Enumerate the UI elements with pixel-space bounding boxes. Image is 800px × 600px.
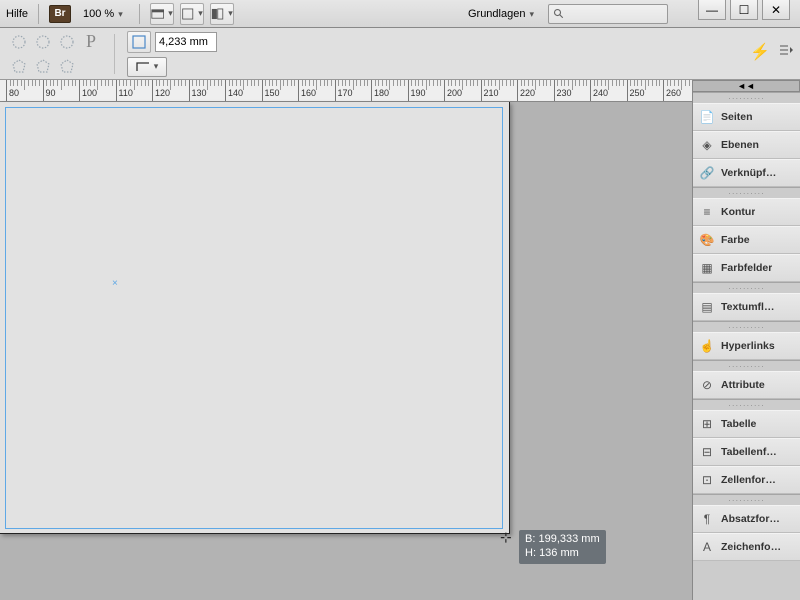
shape-tools-grid: P [8, 31, 102, 77]
panel-group-grip[interactable] [693, 93, 800, 103]
panel-label: Farbe [721, 234, 750, 246]
zoom-dropdown[interactable]: 100 % [77, 6, 129, 22]
close-button[interactable]: ✕ [762, 0, 790, 20]
type-tool-icon[interactable]: P [80, 31, 102, 53]
panel-group-grip[interactable] [693, 322, 800, 332]
maximize-button[interactable]: ☐ [730, 0, 758, 20]
canvas-area[interactable]: × ⊹ B: 199,333 mm H: 136 mm [0, 102, 692, 600]
charfmt-icon: A [699, 539, 715, 555]
panel-zeichenfo[interactable]: A Zeichenfo… [693, 533, 800, 561]
panel-label: Farbfelder [721, 262, 772, 274]
panel-label: Zeichenfo… [721, 541, 781, 553]
swatches-icon: ▦ [699, 260, 715, 276]
screen-mode-dropdown[interactable] [150, 3, 174, 25]
horizontal-ruler[interactable]: 8090100110120130140150160170180190200210… [0, 80, 692, 102]
view-options-dropdown[interactable] [210, 3, 234, 25]
panel-group-grip[interactable] [693, 283, 800, 293]
bridge-badge[interactable]: Br [49, 5, 71, 23]
stroke-icon: ≡ [699, 204, 715, 220]
panel-absatzfor[interactable]: ¶ Absatzfor… [693, 505, 800, 533]
textwrap-icon: ▤ [699, 299, 715, 315]
panel-attribute[interactable]: ⊘ Attribute [693, 371, 800, 399]
workspace-dropdown[interactable]: Grundlagen [460, 6, 542, 22]
search-icon [553, 8, 565, 20]
polygon-icon[interactable] [56, 55, 78, 77]
corner-size-field[interactable]: 4,233 mm [155, 32, 217, 52]
panel-zellenfor[interactable]: ⊡ Zellenfor… [693, 466, 800, 494]
layers-icon: ◈ [699, 137, 715, 153]
window-buttons: — ☐ ✕ [698, 0, 790, 20]
dimensions-tooltip: B: 199,333 mm H: 136 mm [519, 530, 606, 564]
cellfmt-icon: ⊡ [699, 472, 715, 488]
panel-seiten[interactable]: 📄 Seiten [693, 103, 800, 131]
tablefmt-icon: ⊟ [699, 444, 715, 460]
hyperlinks-icon: ☝ [699, 338, 715, 354]
options-bar: P 4,233 mm ⚡ [0, 28, 800, 80]
help-menu[interactable]: Hilfe [6, 8, 28, 20]
panel-label: Seiten [721, 111, 753, 123]
search-field[interactable] [548, 4, 668, 24]
polygon-icon[interactable] [32, 55, 54, 77]
panel-label: Ebenen [721, 139, 759, 151]
anchor-marker: × [112, 278, 118, 289]
separator [114, 34, 115, 74]
pages-icon: 📄 [699, 109, 715, 125]
polygon-icon[interactable] [8, 55, 30, 77]
panel-group-grip[interactable] [693, 188, 800, 198]
panel-ebenen[interactable]: ◈ Ebenen [693, 131, 800, 159]
table-icon: ⊞ [699, 416, 715, 432]
panel-group-grip[interactable] [693, 495, 800, 505]
panel-label: Attribute [721, 379, 765, 391]
corner-shape-dropdown[interactable] [127, 57, 167, 77]
attributes-icon: ⊘ [699, 377, 715, 393]
links-icon: 🔗 [699, 165, 715, 181]
crosshair-cursor-icon: ⊹ [500, 529, 512, 546]
panel-label: Tabelle [721, 418, 756, 430]
corner-options-icon[interactable] [127, 31, 151, 53]
frame-being-drawn[interactable] [5, 107, 503, 529]
parafmt-icon: ¶ [699, 511, 715, 527]
panel-label: Hyperlinks [721, 340, 775, 352]
minimize-button[interactable]: — [698, 0, 726, 20]
panel-label: Zellenfor… [721, 474, 776, 486]
panel-label: Absatzfor… [721, 513, 780, 525]
color-icon: 🎨 [699, 232, 715, 248]
panel-kontur[interactable]: ≡ Kontur [693, 198, 800, 226]
quick-apply-icon[interactable]: ⚡ [750, 42, 770, 62]
panel-verknpf[interactable]: 🔗 Verknüpf… [693, 159, 800, 187]
ellipse-icon[interactable] [32, 31, 54, 53]
panel-expand-handle[interactable]: ◄◄ [692, 80, 800, 92]
panel-menu-icon[interactable] [778, 42, 794, 58]
panel-farbe[interactable]: 🎨 Farbe [693, 226, 800, 254]
panel-group-grip[interactable] [693, 361, 800, 371]
panel-label: Textumfl… [721, 301, 774, 313]
panel-dock: 📄 Seiten ◈ Ebenen 🔗 Verknüpf… ≡ Kontur 🎨 Farbe ▦ Fa… [692, 92, 800, 600]
ellipse-icon[interactable] [8, 31, 30, 53]
page[interactable]: × [0, 102, 510, 534]
separator [38, 4, 39, 24]
arrange-dropdown[interactable] [180, 3, 204, 25]
panel-tabelle[interactable]: ⊞ Tabelle [693, 410, 800, 438]
title-bar: Hilfe Br 100 % Grundlagen [0, 0, 800, 28]
panel-tabellenf[interactable]: ⊟ Tabellenf… [693, 438, 800, 466]
panel-label: Tabellenf… [721, 446, 777, 458]
separator [139, 4, 140, 24]
panel-group-grip[interactable] [693, 400, 800, 410]
panel-label: Kontur [721, 206, 755, 218]
panel-hyperlinks[interactable]: ☝ Hyperlinks [693, 332, 800, 360]
ellipse-icon[interactable] [56, 31, 78, 53]
panel-label: Verknüpf… [721, 167, 776, 179]
panel-textumfl[interactable]: ▤ Textumfl… [693, 293, 800, 321]
panel-farbfelder[interactable]: ▦ Farbfelder [693, 254, 800, 282]
